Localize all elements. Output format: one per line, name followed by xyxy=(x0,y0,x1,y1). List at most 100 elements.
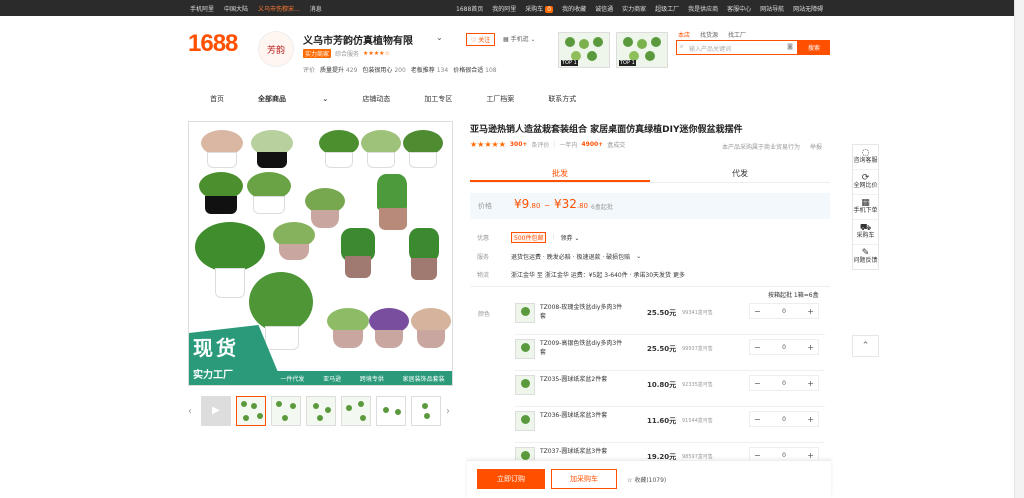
batch-note: 按箱起批 1箱=6盒 xyxy=(768,292,819,299)
purchase-tabs: 批发 代发 xyxy=(470,163,830,183)
thumbnail[interactable] xyxy=(341,396,371,426)
plus-icon[interactable]: + xyxy=(807,415,814,424)
chevron-left-icon[interactable]: ‹ xyxy=(188,406,196,417)
search-tab-factory[interactable]: 找工厂 xyxy=(728,30,746,39)
minus-icon[interactable]: − xyxy=(754,451,761,460)
favorite-button[interactable]: ☆ 收藏(1079) xyxy=(627,475,666,484)
thumbnail[interactable] xyxy=(306,396,336,426)
side-tool-feedback[interactable]: ✎ 问题反馈 xyxy=(853,245,878,269)
topbar-user[interactable]: 义乌市伤穆宋... xyxy=(258,4,300,13)
sku-image[interactable] xyxy=(515,303,535,323)
ad-image[interactable]: TOP 1 xyxy=(616,32,668,68)
site-logo[interactable]: 1688 xyxy=(188,30,238,58)
topbar-link-chengxin[interactable]: 诚信通 xyxy=(595,4,613,13)
sku-price: 25.50元 xyxy=(647,345,677,353)
service-text[interactable]: 退货包运费 · 晚发必赔 · 极速退款 · 破损包赔 xyxy=(511,252,630,261)
search-tabs: 本店 找货源 找工厂 xyxy=(678,30,746,39)
shop-logo[interactable]: 芳韵 xyxy=(258,31,294,67)
nav-all-products[interactable]: 全部商品 ⌄ xyxy=(258,94,328,104)
minus-icon[interactable]: − xyxy=(754,343,761,352)
nav-news[interactable]: 店铺动态 xyxy=(362,94,390,104)
shop-meta-label: 综合服务 xyxy=(335,51,360,58)
topbar-link-supplier[interactable]: 我是供应商 xyxy=(688,4,718,13)
search-button[interactable]: 搜索 xyxy=(798,40,830,55)
banner-strip-item: 一件代发 xyxy=(280,375,305,383)
topbar-mobile[interactable]: 手机阿里 xyxy=(190,4,214,13)
topbar-link-strength[interactable]: 实力商家 xyxy=(622,4,646,13)
plus-icon[interactable]: + xyxy=(807,343,814,352)
topbar-region[interactable]: 中国大陆 xyxy=(224,4,248,13)
thumbnail[interactable] xyxy=(236,396,266,426)
thumbnail[interactable] xyxy=(376,396,406,426)
topbar-link-my-ali[interactable]: 我的阿里 xyxy=(492,4,516,13)
coupon-link[interactable]: 领券 ⌄ xyxy=(560,233,579,242)
sku-image[interactable] xyxy=(515,339,535,359)
report-link[interactable]: 举报 xyxy=(810,142,822,151)
nav-factory-profile[interactable]: 工厂档案 xyxy=(486,94,514,104)
chevron-down-icon[interactable]: ⌄ xyxy=(636,253,641,260)
thumbnail[interactable] xyxy=(411,396,441,426)
camera-icon[interactable]: ◙ xyxy=(787,43,793,50)
moq: 6盒起批 xyxy=(591,204,613,211)
nav-processing[interactable]: 加工专区 xyxy=(424,94,452,104)
buy-now-button[interactable]: 立即订购 xyxy=(477,469,545,489)
banner-main-text: 现货 xyxy=(193,336,239,360)
product-note: 本产品采购属于商业贸易行为 举报 xyxy=(722,142,822,151)
topbar-link-service[interactable]: 客服中心 xyxy=(727,4,751,13)
tab-dropship[interactable]: 代发 xyxy=(650,163,830,182)
side-tool-label: 咨询客服 xyxy=(853,157,878,164)
topbar-link-cart[interactable]: 采购车 0 xyxy=(525,4,554,13)
shop-name[interactable]: 义乌市芳韵仿真植物有限 xyxy=(303,32,413,47)
quantity-input[interactable]: 0 xyxy=(782,308,786,315)
topbar-messages[interactable]: 消息 xyxy=(310,4,322,13)
sku-name: TZ037-圆球纸浆盆3件套 xyxy=(540,448,608,455)
topbar-link-sitenav[interactable]: 网站导航 xyxy=(760,4,784,13)
quantity-input[interactable]: 0 xyxy=(782,380,786,387)
nav-home[interactable]: 首页 xyxy=(210,94,224,104)
plus-icon[interactable]: + xyxy=(807,379,814,388)
side-tool-compare[interactable]: ⟳ 全网比价 xyxy=(853,170,878,195)
plus-icon[interactable]: + xyxy=(807,307,814,316)
shop-badge: 实力商家 xyxy=(303,49,332,58)
side-tool-mobile-order[interactable]: ▦ 手机下单 xyxy=(853,195,878,220)
topbar-cart-label: 采购车 xyxy=(525,6,544,13)
topbar-link-fav[interactable]: 我的收藏 xyxy=(562,4,586,13)
banner-strip: 一件代发 亚马逊 跨境专供 家居装饰品套装 xyxy=(271,371,452,385)
sku-image[interactable] xyxy=(515,411,535,431)
nav-contact[interactable]: 联系方式 xyxy=(548,94,576,104)
scrollbar[interactable] xyxy=(1014,0,1024,498)
sku-row: TZ036-圆球纸浆盆3件套 11.60元 91544盒可售 − 0 + xyxy=(515,407,825,443)
minus-icon[interactable]: − xyxy=(754,307,761,316)
logistics-row: 物流 浙江金华 至 浙江金华 运费：¥5起 3-640件 · 承诺30天发货 更… xyxy=(477,270,685,279)
topbar-link-a11y[interactable]: 网站无障碍 xyxy=(793,4,823,13)
tab-wholesale[interactable]: 批发 xyxy=(470,163,650,182)
follow-button[interactable]: ♡ 关注 xyxy=(466,33,496,46)
ad-image[interactable]: TOP 1 xyxy=(558,32,610,68)
side-tool-cart[interactable]: ⛟ 采购车 xyxy=(853,220,878,245)
mobile-shop-link[interactable]: ▦ 手机逛 ⌄ xyxy=(503,34,536,43)
logistics-text[interactable]: 浙江金华 至 浙江金华 运费：¥5起 3-640件 · 承诺30天发货 更多 xyxy=(511,270,685,279)
minus-icon[interactable]: − xyxy=(754,415,761,424)
topbar-link-home[interactable]: 1688首页 xyxy=(456,4,483,13)
thumbnail-video[interactable]: ▶ xyxy=(201,396,231,426)
minus-icon[interactable]: − xyxy=(754,379,761,388)
main-product-image[interactable]: 现货 实力工厂 一件代发 亚马逊 跨境专供 家居装饰品套装 xyxy=(188,121,453,386)
chevron-down-icon[interactable]: ⌄ xyxy=(436,33,443,42)
sku-image[interactable] xyxy=(515,375,535,395)
quantity-input[interactable]: 0 xyxy=(782,344,786,351)
reviews-count[interactable]: 300+ xyxy=(510,141,528,148)
add-to-cart-button[interactable]: 加采购车 xyxy=(551,469,617,489)
search-input[interactable]: ⌕ 输入产品关键词 ◙ xyxy=(676,40,798,55)
quantity-input[interactable]: 0 xyxy=(782,416,786,423)
chevron-right-icon[interactable]: › xyxy=(446,406,454,417)
plus-icon[interactable]: + xyxy=(807,451,814,460)
topbar-link-factory[interactable]: 超级工厂 xyxy=(655,4,679,13)
shop-stars: ★★★★☆ xyxy=(363,50,390,57)
shop-nav: 首页 全部商品 ⌄ 店铺动态 加工专区 工厂档案 联系方式 xyxy=(210,94,610,104)
back-to-top-button[interactable]: ⌃ xyxy=(852,335,879,357)
search-tab-source[interactable]: 找货源 xyxy=(700,30,718,39)
quantity-input[interactable]: 0 xyxy=(782,452,786,459)
search-tab-shop[interactable]: 本店 xyxy=(678,30,690,39)
side-tool-chat[interactable]: ◌ 咨询客服 xyxy=(853,145,878,170)
thumbnail[interactable] xyxy=(271,396,301,426)
